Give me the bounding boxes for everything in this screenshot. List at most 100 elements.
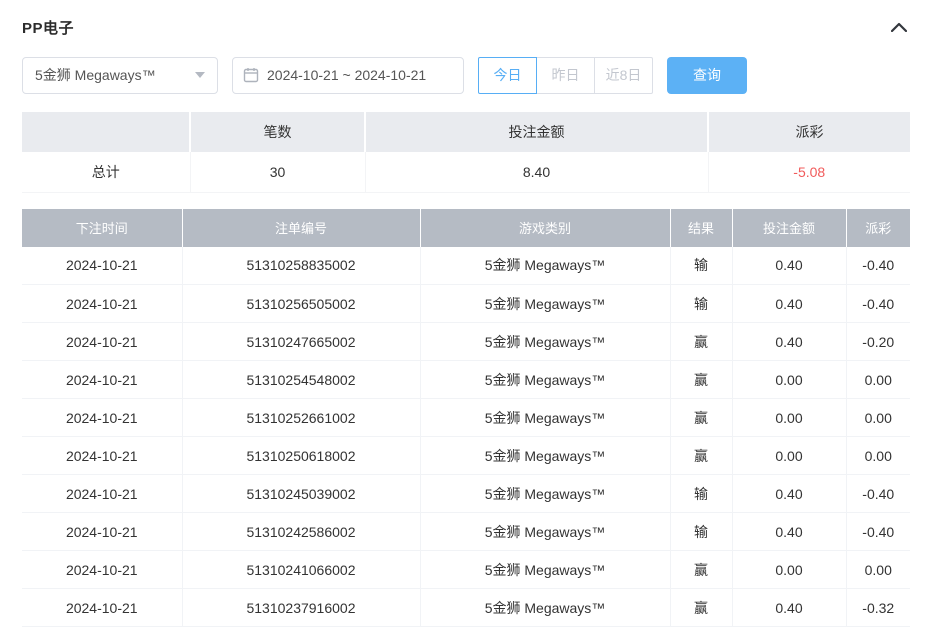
cell-result: 赢 xyxy=(670,323,732,361)
collapse-panel-button[interactable] xyxy=(888,16,910,38)
cell-bet-amount: 0.00 xyxy=(732,437,846,475)
filter-bar: 5金狮 Megaways™ 2024-10-21 ~ 2024-10-21 今日… xyxy=(22,56,910,94)
cell-payout: 0.00 xyxy=(846,437,910,475)
cell-order-id: 51310247665002 xyxy=(182,323,420,361)
summary-total-label: 总计 xyxy=(22,152,190,192)
summary-header-row: 笔数 投注金额 派彩 xyxy=(22,112,910,152)
cell-bet-amount: 0.40 xyxy=(732,247,846,285)
table-row: 2024-10-21513102476650025金狮 Megaways™赢0.… xyxy=(22,323,910,361)
cell-payout: -0.40 xyxy=(846,247,910,285)
cell-game-type: 5金狮 Megaways™ xyxy=(420,551,670,589)
cell-payout: 0.00 xyxy=(846,551,910,589)
cell-bet-amount: 0.40 xyxy=(732,513,846,551)
cell-payout: -0.32 xyxy=(846,589,910,627)
cell-bet-time: 2024-10-21 xyxy=(22,513,182,551)
cell-order-id: 51310241066002 xyxy=(182,551,420,589)
cell-game-type: 5金狮 Megaways™ xyxy=(420,589,670,627)
cell-order-id: 51310258835002 xyxy=(182,247,420,285)
cell-order-id: 51310252661002 xyxy=(182,399,420,437)
summary-total-count: 30 xyxy=(190,152,365,192)
table-row: 2024-10-21513102450390025金狮 Megaways™输0.… xyxy=(22,475,910,513)
table-row: 2024-10-21513102379160025金狮 Megaways™赢0.… xyxy=(22,589,910,627)
summary-header-bet-amount: 投注金额 xyxy=(365,112,708,152)
cell-order-id: 51310242586002 xyxy=(182,513,420,551)
pp-electronic-panel: PP电子 5金狮 Megaways™ 2024-10-21 ~ 2024-10-… xyxy=(0,0,932,632)
header-bet-time: 下注时间 xyxy=(22,209,182,247)
game-select-value: 5金狮 Megaways™ xyxy=(35,65,156,85)
cell-bet-amount: 0.00 xyxy=(732,361,846,399)
cell-payout: 0.00 xyxy=(846,361,910,399)
chevron-down-icon xyxy=(195,72,205,78)
header-order-id: 注单编号 xyxy=(182,209,420,247)
header-game-type: 游戏类别 xyxy=(420,209,670,247)
cell-bet-time: 2024-10-21 xyxy=(22,285,182,323)
cell-bet-amount: 0.00 xyxy=(732,551,846,589)
cell-bet-time: 2024-10-21 xyxy=(22,475,182,513)
cell-result: 赢 xyxy=(670,589,732,627)
cell-order-id: 51310254548002 xyxy=(182,361,420,399)
chevron-up-icon xyxy=(891,22,907,32)
cell-payout: -0.40 xyxy=(846,285,910,323)
date-range-value: 2024-10-21 ~ 2024-10-21 xyxy=(267,67,426,83)
summary-header-blank xyxy=(22,112,190,152)
range-button-last8days[interactable]: 近8日 xyxy=(594,57,653,94)
cell-result: 输 xyxy=(670,513,732,551)
cell-bet-time: 2024-10-21 xyxy=(22,589,182,627)
header-payout: 派彩 xyxy=(846,209,910,247)
cell-game-type: 5金狮 Megaways™ xyxy=(420,323,670,361)
cell-bet-amount: 0.40 xyxy=(732,285,846,323)
cell-bet-time: 2024-10-21 xyxy=(22,551,182,589)
cell-payout: -0.40 xyxy=(846,513,910,551)
cell-result: 输 xyxy=(670,247,732,285)
summary-table: 笔数 投注金额 派彩 总计 30 8.40 -5.08 xyxy=(22,112,910,193)
cell-game-type: 5金狮 Megaways™ xyxy=(420,361,670,399)
header-result: 结果 xyxy=(670,209,732,247)
cell-bet-amount: 0.00 xyxy=(732,399,846,437)
cell-order-id: 51310237916002 xyxy=(182,589,420,627)
summary-header-count: 笔数 xyxy=(190,112,365,152)
bet-records-table: 下注时间 注单编号 游戏类别 结果 投注金额 派彩 2024-10-215131… xyxy=(22,209,910,628)
cell-game-type: 5金狮 Megaways™ xyxy=(420,475,670,513)
cell-game-type: 5金狮 Megaways™ xyxy=(420,437,670,475)
bet-table-body: 2024-10-21513102588350025金狮 Megaways™输0.… xyxy=(22,247,910,627)
cell-game-type: 5金狮 Megaways™ xyxy=(420,285,670,323)
cell-bet-amount: 0.40 xyxy=(732,475,846,513)
cell-bet-time: 2024-10-21 xyxy=(22,399,182,437)
cell-bet-amount: 0.40 xyxy=(732,323,846,361)
cell-result: 赢 xyxy=(670,361,732,399)
cell-payout: -0.20 xyxy=(846,323,910,361)
cell-result: 赢 xyxy=(670,399,732,437)
range-button-yesterday[interactable]: 昨日 xyxy=(536,57,595,94)
game-select[interactable]: 5金狮 Megaways™ xyxy=(22,57,218,94)
cell-bet-time: 2024-10-21 xyxy=(22,247,182,285)
cell-result: 赢 xyxy=(670,551,732,589)
cell-game-type: 5金狮 Megaways™ xyxy=(420,247,670,285)
cell-game-type: 5金狮 Megaways™ xyxy=(420,513,670,551)
cell-result: 输 xyxy=(670,475,732,513)
table-row: 2024-10-21513102410660025金狮 Megaways™赢0.… xyxy=(22,551,910,589)
summary-total-row: 总计 30 8.40 -5.08 xyxy=(22,152,910,192)
cell-result: 赢 xyxy=(670,437,732,475)
table-row: 2024-10-21513102588350025金狮 Megaways™输0.… xyxy=(22,247,910,285)
calendar-icon xyxy=(243,67,259,83)
cell-bet-time: 2024-10-21 xyxy=(22,437,182,475)
cell-bet-time: 2024-10-21 xyxy=(22,361,182,399)
bet-table-header-row: 下注时间 注单编号 游戏类别 结果 投注金额 派彩 xyxy=(22,209,910,247)
query-button[interactable]: 查询 xyxy=(667,57,747,94)
summary-total-bet-amount: 8.40 xyxy=(365,152,708,192)
table-row: 2024-10-21513102506180025金狮 Megaways™赢0.… xyxy=(22,437,910,475)
range-button-today[interactable]: 今日 xyxy=(478,57,537,94)
panel-header: PP电子 xyxy=(22,14,910,40)
date-range-picker[interactable]: 2024-10-21 ~ 2024-10-21 xyxy=(232,57,464,94)
cell-game-type: 5金狮 Megaways™ xyxy=(420,399,670,437)
cell-order-id: 51310250618002 xyxy=(182,437,420,475)
cell-payout: 0.00 xyxy=(846,399,910,437)
cell-order-id: 51310245039002 xyxy=(182,475,420,513)
cell-payout: -0.40 xyxy=(846,475,910,513)
summary-total-payout: -5.08 xyxy=(708,152,910,192)
cell-bet-amount: 0.40 xyxy=(732,589,846,627)
table-row: 2024-10-21513102526610025金狮 Megaways™赢0.… xyxy=(22,399,910,437)
quick-range-button-group: 今日 昨日 近8日 xyxy=(478,57,653,94)
table-row: 2024-10-21513102545480025金狮 Megaways™赢0.… xyxy=(22,361,910,399)
cell-bet-time: 2024-10-21 xyxy=(22,323,182,361)
